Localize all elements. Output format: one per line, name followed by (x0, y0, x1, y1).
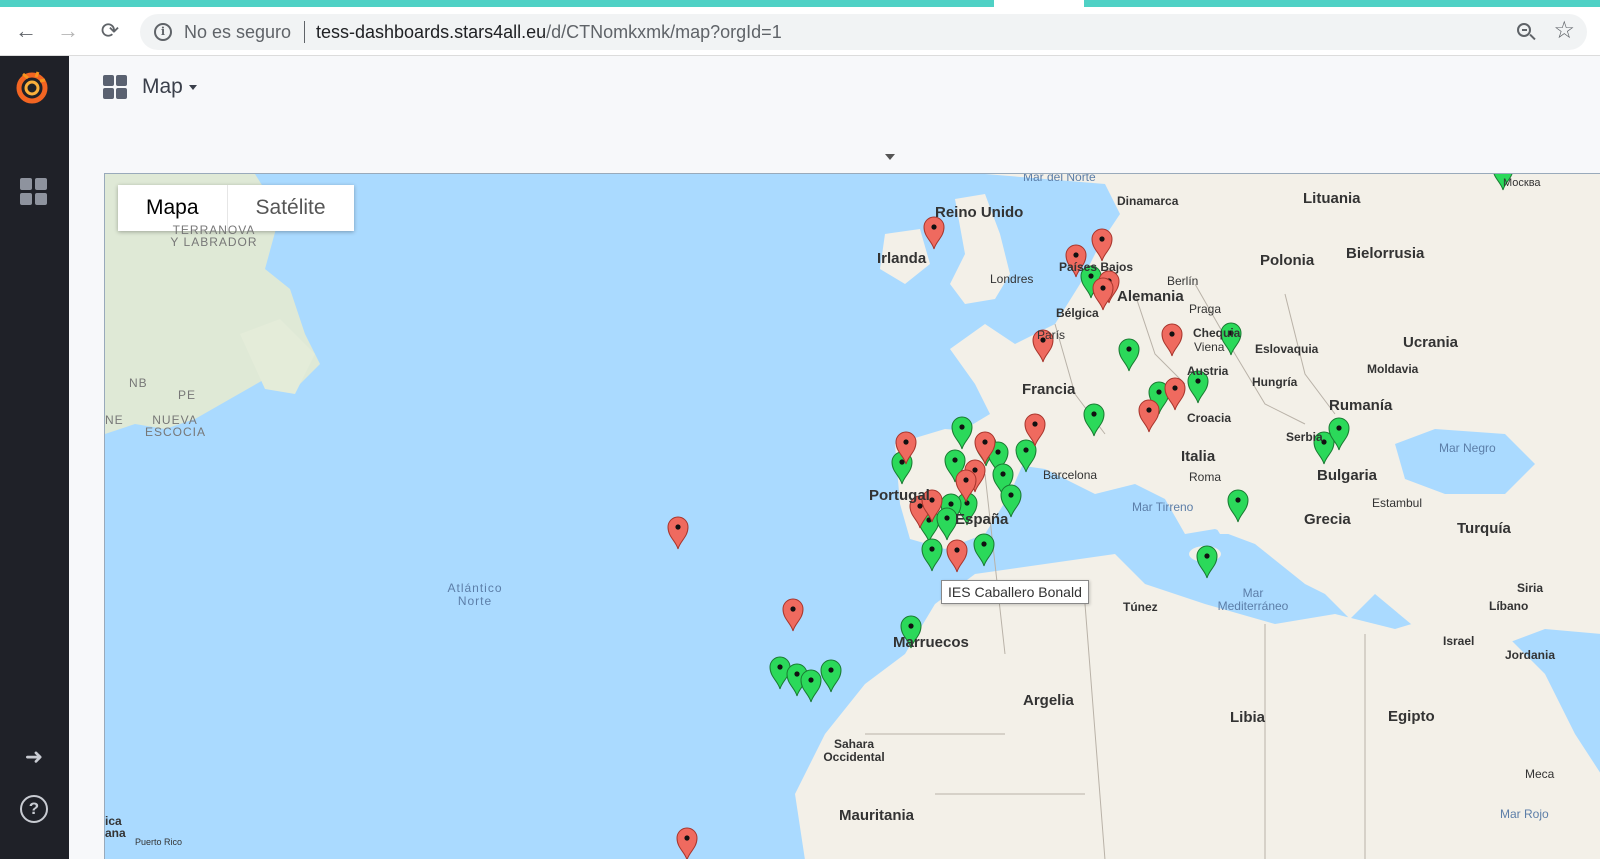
map-label: Portugal (869, 487, 930, 504)
world-map[interactable]: Mapa Satélite Mar del Norte Dinamarca Li… (104, 173, 1600, 859)
map-label: Moldavia (1367, 362, 1419, 376)
url-host: tess-dashboards.stars4all.eu (316, 22, 547, 42)
back-arrow-icon[interactable]: ← (12, 17, 40, 45)
sign-in-icon[interactable]: ➜ (21, 744, 47, 770)
map-label: Estambul (1372, 496, 1423, 510)
zoom-icon[interactable] (1515, 21, 1537, 43)
help-icon[interactable]: ? (20, 795, 48, 823)
map-label: Mar Mediterráneo (1217, 586, 1289, 613)
separator (304, 21, 305, 43)
map-label: Reino Unido (935, 204, 1024, 221)
address-bar[interactable]: i No es seguro tess-dashboards.stars4all… (140, 14, 1587, 50)
active-tab[interactable] (994, 0, 1084, 7)
map-label: Mar del Norte (1023, 173, 1096, 184)
map-label: Jordania (1505, 648, 1556, 662)
map-label: Países Bajos (1059, 260, 1134, 274)
browser-tab-strip (0, 0, 1600, 7)
map-label: Siria (1517, 581, 1544, 595)
map-label: Rumanía (1329, 397, 1393, 414)
map-label: ana (105, 826, 126, 840)
map-label: Bélgica (1056, 306, 1099, 320)
dashboards-icon[interactable] (20, 178, 48, 206)
map-label: Francia (1022, 381, 1076, 398)
security-status: No es seguro (184, 22, 292, 42)
map-label: Irlanda (877, 250, 927, 267)
map-label: Austria (1187, 364, 1229, 378)
map-label: NUEVA ESCOCIA (145, 413, 207, 439)
map-label: Mauritania (839, 807, 915, 824)
map-label: Berlín (1167, 274, 1199, 288)
dashboard-title: Map (142, 75, 183, 98)
forward-arrow-icon[interactable]: → (54, 17, 82, 45)
map-label: Meca (1525, 767, 1555, 781)
map-label: Marruecos (893, 634, 969, 651)
map-label: Lituania (1303, 190, 1361, 207)
map-label: PE (178, 388, 197, 402)
map-label: NB (129, 376, 148, 390)
dashboard-grid-icon (103, 75, 127, 99)
map-label: Barcelona (1043, 468, 1098, 482)
reload-icon[interactable]: ⟳ (96, 17, 124, 45)
map-label: Viena (1194, 340, 1225, 354)
map-label: Chequia (1193, 326, 1241, 340)
map-label: Alemania (1117, 288, 1184, 305)
map-label: Hungría (1252, 375, 1298, 389)
map-label: Bielorrusia (1346, 245, 1425, 262)
info-icon[interactable]: i (154, 23, 172, 41)
map-label: TERRANOVA Y LABRADOR (170, 223, 258, 249)
map-label: Turquía (1457, 520, 1511, 537)
map-label: Eslovaquia (1255, 342, 1319, 356)
map-label: Mar Rojo (1500, 807, 1549, 821)
map-label: Puerto Rico (135, 837, 183, 847)
map-label: Bulgaria (1317, 467, 1378, 484)
map-label: Mar Negro (1439, 441, 1496, 455)
caret-down-icon (188, 84, 197, 90)
row-collapse-caret-icon[interactable] (885, 154, 895, 160)
marker-tooltip: IES Caballero Bonald (941, 580, 1089, 604)
map-label: Líbano (1489, 599, 1529, 613)
map-label: Москва (1503, 177, 1541, 189)
url-path: /d/CTNomkxmk/map?orgId=1 (546, 22, 782, 42)
map-label: Roma (1189, 470, 1222, 484)
browser-toolbar: ← → ⟳ i No es seguro tess-dashboards.sta… (0, 7, 1600, 56)
map-label: Mar Tirreno (1132, 500, 1194, 514)
bookmark-star-icon[interactable]: ☆ (1553, 16, 1575, 45)
map-label: Serbia (1286, 430, 1323, 444)
map-label: España (955, 511, 1009, 528)
map-label: Libia (1230, 709, 1266, 726)
map-label: Praga (1189, 302, 1222, 316)
map-label: NE (105, 413, 124, 427)
map-label: Polonia (1260, 252, 1315, 269)
map-label: Egipto (1388, 708, 1435, 725)
map-label: Londres (990, 272, 1034, 286)
map-label: Croacia (1187, 411, 1232, 425)
map-label: Atlántico Norte (447, 581, 503, 608)
dashboard-picker[interactable]: Map (142, 75, 197, 99)
map-label: Ucrania (1403, 334, 1459, 351)
map-label: Argelia (1023, 692, 1074, 709)
map-label: Dinamarca (1117, 194, 1179, 208)
map-label: Italia (1181, 448, 1216, 465)
url-text[interactable]: tess-dashboards.stars4all.eu/d/CTNomkxmk… (316, 22, 782, 43)
grafana-sidebar: ➜ ? (0, 56, 69, 859)
grafana-logo-icon[interactable] (13, 68, 51, 106)
map-label: París (1037, 328, 1066, 342)
map-label: Sahara Occidental (823, 737, 885, 764)
map-label: Israel (1443, 634, 1475, 648)
map-label: Grecia (1304, 511, 1351, 528)
map-label: Túnez (1123, 600, 1158, 614)
